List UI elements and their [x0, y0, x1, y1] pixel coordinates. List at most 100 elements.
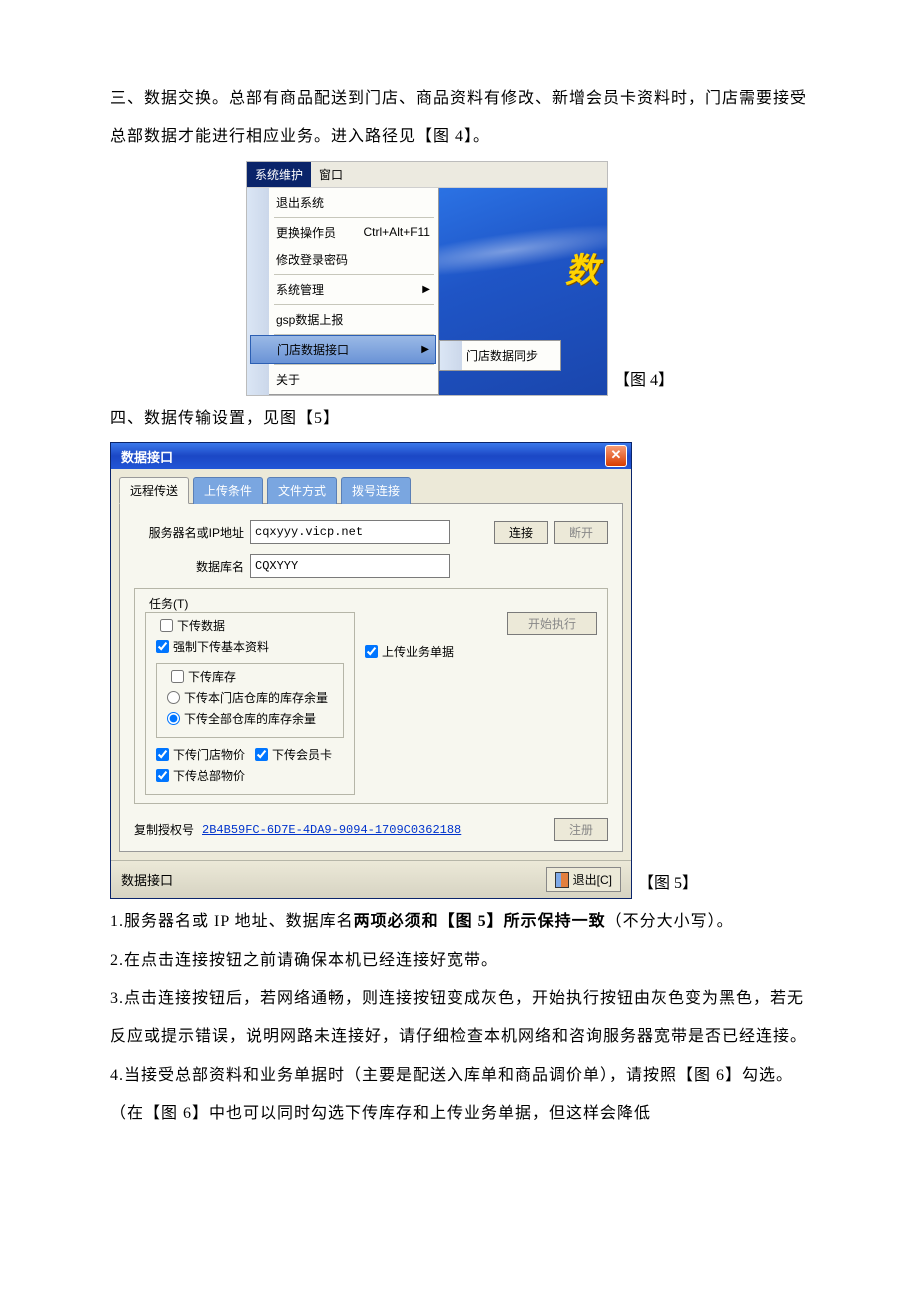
- checkbox-label: 下传总部物价: [173, 767, 245, 784]
- section-3-paragraph: 三、数据交换。总部有商品配送到门店、商品资料有修改、新增会员卡资料时，门店需要接…: [110, 80, 810, 157]
- store-price-checkbox[interactable]: [156, 748, 169, 761]
- menu-item-store-data-interface[interactable]: 门店数据接口 ▶: [250, 335, 436, 364]
- checkbox-label: 下传库存: [188, 668, 236, 685]
- exit-button[interactable]: 退出[C]: [546, 867, 621, 892]
- tab-bar: 远程传送 上传条件 文件方式 拨号连接: [119, 477, 623, 504]
- close-icon[interactable]: ✕: [605, 445, 627, 467]
- register-button[interactable]: 注册: [554, 818, 608, 841]
- figure-5-row: 数据接口 ✕ 远程传送 上传条件 文件方式 拨号连接 服务器名或IP地址 连接: [110, 442, 810, 899]
- menu-separator: [274, 217, 434, 218]
- menu-window[interactable]: 窗口: [311, 162, 351, 187]
- submenu-arrow-icon: ▶: [421, 344, 429, 355]
- menu-item-switch-operator[interactable]: 更换操作员 Ctrl+Alt+F11: [248, 219, 438, 246]
- tasks-legend: 任务(T): [145, 595, 192, 612]
- menu-label: 修改登录密码: [276, 251, 348, 268]
- menu-item-about[interactable]: 关于: [248, 366, 438, 393]
- download-data-checkbox[interactable]: [160, 619, 173, 632]
- auth-label: 复制授权号: [134, 821, 194, 838]
- stock-all-radio-row[interactable]: 下传全部仓库的库存余量: [167, 708, 333, 729]
- download-data-legend: 下传数据: [156, 615, 229, 636]
- menu-shortcut: Ctrl+Alt+F11: [364, 225, 430, 239]
- submenu: 门店数据同步: [439, 340, 561, 371]
- dbname-input[interactable]: [250, 554, 450, 578]
- server-input[interactable]: [250, 520, 450, 544]
- start-execute-button[interactable]: 开始执行: [507, 612, 597, 635]
- menu-gutter: [440, 341, 462, 370]
- connect-button[interactable]: 连接: [494, 521, 548, 544]
- note-4: 4.当接受总部资料和业务单据时（主要是配送入库单和商品调价单），请按照【图 6】…: [110, 1057, 810, 1134]
- menu-label: 更换操作员: [276, 224, 336, 241]
- upload-business-checkbox[interactable]: [365, 645, 378, 658]
- stock-this-store-radio[interactable]: [167, 691, 180, 704]
- download-stock-group: 下传库存 下传本门店仓库的库存余量: [156, 663, 344, 738]
- auth-code-link[interactable]: 2B4B59FC-6D7E-4DA9-9094-1709C0362188: [202, 823, 461, 837]
- upload-business-checkbox-row[interactable]: 上传业务单据: [365, 641, 597, 662]
- store-price-checkbox-row[interactable]: 下传门店物价: [156, 744, 245, 765]
- menu-system-maintenance[interactable]: 系统维护: [247, 162, 311, 187]
- download-stock-legend: 下传库存: [167, 666, 240, 687]
- radio-label: 下传本门店仓库的库存余量: [184, 689, 328, 706]
- menubar: 系统维护 窗口: [247, 162, 607, 188]
- menu-body: 退出系统 更换操作员 Ctrl+Alt+F11 修改登录密码 系统管理 ▶: [247, 188, 607, 395]
- tasks-columns: 下传数据 强制下传基本资料: [145, 612, 597, 795]
- radio-label: 下传全部仓库的库存余量: [184, 710, 316, 727]
- server-label: 服务器名或IP地址: [134, 524, 244, 541]
- member-card-checkbox-row[interactable]: 下传会员卡: [255, 744, 332, 765]
- tab-remote-transfer[interactable]: 远程传送: [119, 477, 189, 504]
- menu-label: 系统管理: [276, 281, 324, 298]
- note-2: 2.在点击连接按钮之前请确保本机已经连接好宽带。: [110, 942, 810, 980]
- document-page: 三、数据交换。总部有商品配送到门店、商品资料有修改、新增会员卡资料时，门店需要接…: [0, 0, 920, 1174]
- tasks-left-column: 下传数据 强制下传基本资料: [145, 612, 355, 795]
- server-row: 服务器名或IP地址 连接 断开: [134, 520, 608, 544]
- menu-label: 门店数据接口: [277, 341, 349, 358]
- note-1-c: （不分大小写）。: [606, 913, 734, 930]
- status-text: 数据接口: [121, 870, 173, 889]
- submenu-item-store-sync[interactable]: 门店数据同步: [440, 341, 560, 370]
- checkbox-label: 下传会员卡: [272, 746, 332, 763]
- force-basic-checkbox-row[interactable]: 强制下传基本资料: [156, 636, 344, 657]
- checkbox-label: 强制下传基本资料: [173, 638, 269, 655]
- tab-upload-condition[interactable]: 上传条件: [193, 477, 263, 504]
- status-bar: 数据接口 退出[C]: [111, 860, 631, 898]
- download-stock-checkbox-row[interactable]: 下传库存: [171, 666, 236, 687]
- door-exit-icon: [555, 872, 569, 888]
- menu-item-system-management[interactable]: 系统管理 ▶: [248, 276, 438, 303]
- menu-item-gsp-upload[interactable]: gsp数据上报: [248, 306, 438, 333]
- note-1-a: 1.服务器名或 IP 地址、数据库名: [110, 913, 354, 930]
- figure-4-caption: 【图 4】: [614, 366, 674, 396]
- logo-glyph: 数: [565, 243, 599, 292]
- force-basic-checkbox[interactable]: [156, 640, 169, 653]
- dialog-title: 数据接口: [121, 447, 173, 466]
- download-stock-checkbox[interactable]: [171, 670, 184, 683]
- checkbox-label: 下传门店物价: [173, 746, 245, 763]
- menu-label: 退出系统: [276, 194, 324, 211]
- tab-file-mode[interactable]: 文件方式: [267, 477, 337, 504]
- menu-item-change-password[interactable]: 修改登录密码: [248, 246, 438, 273]
- dbname-label: 数据库名: [134, 558, 244, 575]
- note-3: 3.点击连接按钮后，若网络通畅，则连接按钮变成灰色，开始执行按钮由灰色变为黑色，…: [110, 980, 810, 1057]
- stock-all-radio[interactable]: [167, 712, 180, 725]
- section-4-paragraph: 四、数据传输设置，见图【5】: [110, 400, 810, 438]
- menu-item-exit[interactable]: 退出系统: [248, 189, 438, 216]
- menu-separator: [274, 364, 434, 365]
- tasks-fieldset: 任务(T) 下传数据: [134, 588, 608, 804]
- tab-dialup[interactable]: 拨号连接: [341, 477, 411, 504]
- submenu-arrow-icon: ▶: [422, 284, 430, 295]
- figure-5-caption: 【图 5】: [638, 869, 698, 899]
- hq-price-checkbox[interactable]: [156, 769, 169, 782]
- disconnect-button[interactable]: 断开: [554, 521, 608, 544]
- note-1-b: 两项必须和【图 5】所示保持一致: [354, 913, 606, 930]
- tasks-right-column: 开始执行 上传业务单据: [365, 612, 597, 662]
- download-data-group: 下传数据 强制下传基本资料: [145, 612, 355, 795]
- menu-label: gsp数据上报: [276, 311, 343, 328]
- checkbox-label: 上传业务单据: [382, 643, 454, 660]
- dbname-row: 数据库名: [134, 554, 608, 578]
- hq-price-checkbox-row[interactable]: 下传总部物价: [156, 765, 344, 786]
- exit-label: 退出[C]: [573, 871, 612, 888]
- download-data-checkbox-row[interactable]: 下传数据: [160, 615, 225, 636]
- menu-separator: [274, 304, 434, 305]
- member-card-checkbox[interactable]: [255, 748, 268, 761]
- stock-this-store-radio-row[interactable]: 下传本门店仓库的库存余量: [167, 687, 333, 708]
- checkbox-label: 下传数据: [177, 617, 225, 634]
- tasks-legend-label: 任务(T): [149, 597, 188, 611]
